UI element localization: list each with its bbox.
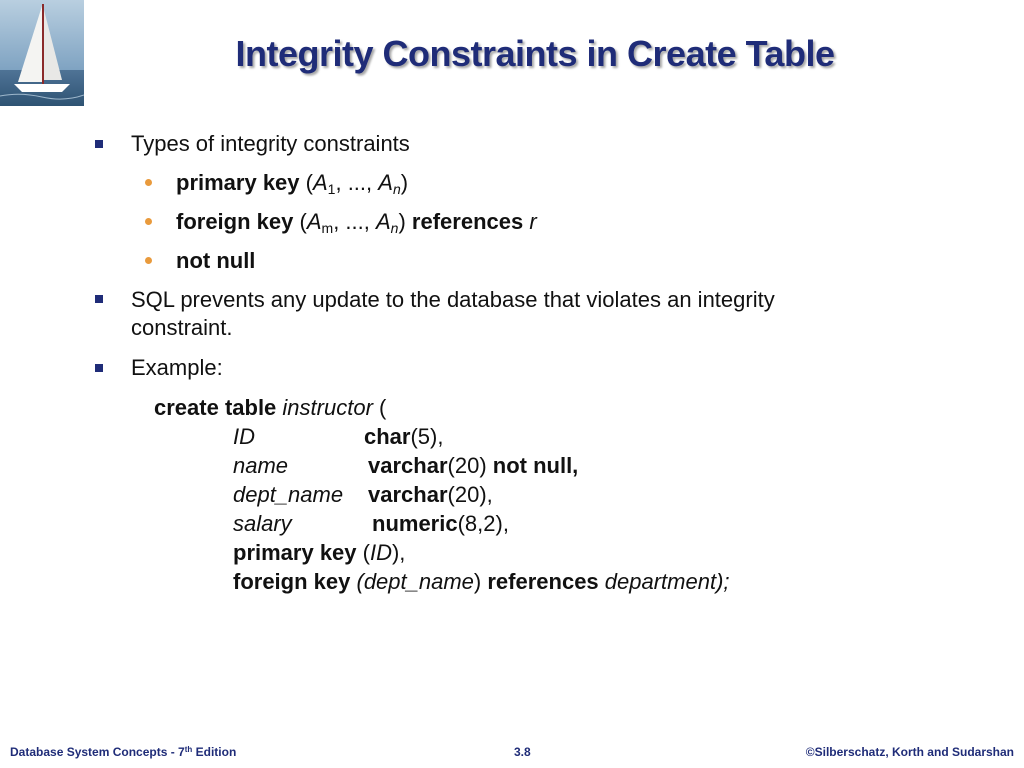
code-type-dept-name: varchar(20), <box>368 482 493 507</box>
round-bullet-icon <box>145 218 152 225</box>
code-attr-salary: salary <box>233 511 292 536</box>
code-attr-name: name <box>233 453 289 478</box>
sailboat-logo <box>0 0 84 106</box>
bullet-sql-prevents-line1: SQL prevents any update to the database … <box>131 287 775 312</box>
code-attr-dept-name: dept_name <box>233 482 344 507</box>
code-type-salary: numeric(8,2), <box>372 511 509 536</box>
code-line-primary-key: primary key (ID), <box>233 540 406 565</box>
square-bullet-icon <box>95 140 103 148</box>
code-line-foreign-key: foreign key (dept_name) references depar… <box>233 569 730 594</box>
sub-bullet-primary-key: primary key (A1, ..., An) <box>176 170 409 197</box>
square-bullet-icon <box>95 295 103 303</box>
footer-page-number: 3.8 <box>514 745 531 759</box>
footer-book-title: Database System Concepts - 7th Edition <box>10 745 237 759</box>
bullet-example: Example: <box>131 355 223 380</box>
sub-bullet-not-null: not null <box>176 248 256 273</box>
round-bullet-icon <box>145 179 152 186</box>
slide-title: Integrity Constraints in Create Table <box>235 33 835 74</box>
bullet-types-of-constraints: Types of integrity constraints <box>131 131 410 156</box>
footer-copyright: ©Silberschatz, Korth and Sudarshan <box>805 745 1014 759</box>
sub-bullet-foreign-key: foreign key (Am, ..., An) references r <box>176 209 537 236</box>
code-attr-id: ID <box>233 424 255 449</box>
code-type-id: char(5), <box>364 424 444 449</box>
round-bullet-icon <box>145 257 152 264</box>
code-type-name: varchar(20) not null, <box>368 453 579 478</box>
bullet-sql-prevents-line2: constraint. <box>131 315 233 340</box>
code-line-create-table: create table instructor ( <box>154 395 387 420</box>
square-bullet-icon <box>95 364 103 372</box>
